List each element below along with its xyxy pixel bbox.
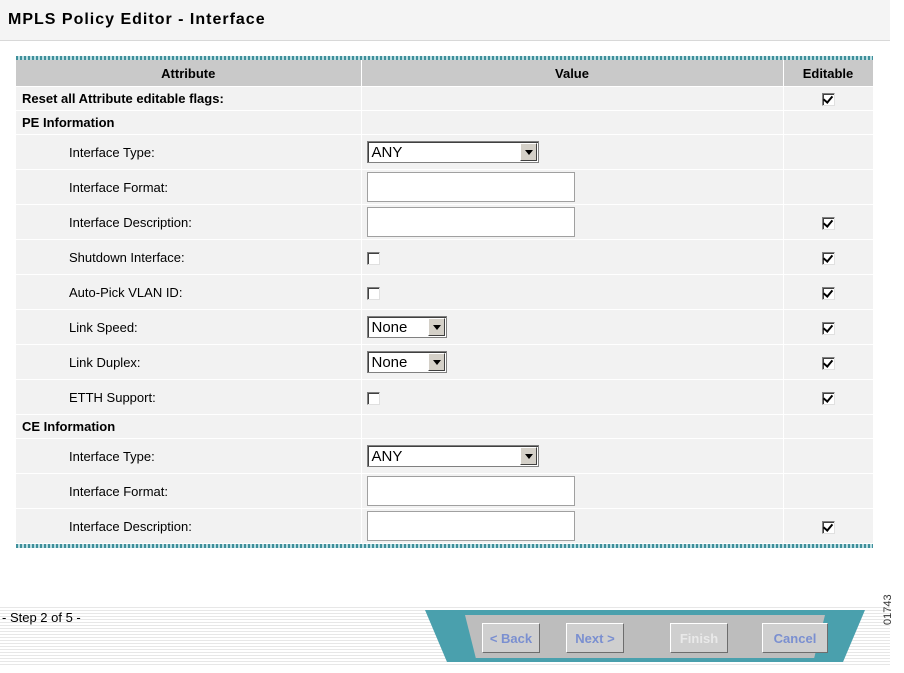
ce-editable-cell <box>783 473 874 509</box>
pe-value-cell: None <box>361 344 784 380</box>
pe-dropdown[interactable]: None <box>366 351 447 373</box>
dropdown-selected-value: ANY <box>371 143 403 161</box>
reset-editable-checkbox[interactable] <box>821 93 835 107</box>
pe-editable-cell <box>783 204 874 240</box>
nav-button-panel: < Back Next > Finish Cancel <box>425 610 865 665</box>
pe-attribute-label: Interface Type: <box>16 134 362 170</box>
pe-value-cell <box>361 169 784 205</box>
ce-editable-cell <box>783 508 874 544</box>
finish-button: Finish <box>670 623 728 653</box>
section-row-pe: PE Information <box>16 110 874 135</box>
pe-dropdown[interactable]: ANY <box>366 141 539 163</box>
reset-editable-cell <box>783 86 874 111</box>
pe-value-cell <box>361 239 784 275</box>
header-value: Value <box>361 60 784 87</box>
pe-editable-cell <box>783 239 874 275</box>
chevron-down-icon[interactable] <box>519 447 537 465</box>
pe-row: Link Duplex: None <box>16 344 874 380</box>
pe-row: Interface Type: ANY <box>16 134 874 170</box>
pe-text-field[interactable] <box>366 172 575 202</box>
pe-value-cell: ANY <box>361 134 784 170</box>
ce-editable-checkbox[interactable] <box>821 520 835 534</box>
ce-row: Interface Description: <box>16 508 874 544</box>
pe-editable-checkbox[interactable] <box>821 391 835 405</box>
pe-attribute-label: Link Duplex: <box>16 344 362 380</box>
pe-editable-checkbox[interactable] <box>821 216 835 230</box>
pe-editable-cell <box>783 169 874 205</box>
pe-value-checkbox[interactable] <box>366 286 380 300</box>
pe-attribute-label: Shutdown Interface: <box>16 239 362 275</box>
header-editable: Editable <box>783 60 874 87</box>
attribute-table: Attribute Value Editable Reset all Attri… <box>16 60 874 544</box>
ce-rows: Interface Type: ANY Interface Format: Inter… <box>16 438 874 544</box>
ce-dropdown[interactable]: ANY <box>366 445 539 467</box>
pe-editable-checkbox[interactable] <box>821 321 835 335</box>
pe-editable-cell <box>783 379 874 415</box>
ce-editable-cell <box>783 438 874 474</box>
reset-row: Reset all Attribute editable flags: <box>16 86 874 111</box>
pe-row: Interface Description: <box>16 204 874 240</box>
pe-row: Interface Format: <box>16 169 874 205</box>
pe-value-checkbox[interactable] <box>366 251 380 265</box>
pe-row: ETTH Support: <box>16 379 874 415</box>
ce-value-cell: ANY <box>361 438 784 474</box>
page-title: MPLS Policy Editor - Interface <box>8 11 266 28</box>
ce-value-cell <box>361 473 784 509</box>
pe-value-cell <box>361 204 784 240</box>
pe-editable-checkbox[interactable] <box>821 251 835 265</box>
pe-value-cell <box>361 274 784 310</box>
pe-attribute-label: Interface Format: <box>16 169 362 205</box>
chevron-down-icon[interactable] <box>427 353 445 371</box>
pe-editable-cell <box>783 309 874 345</box>
reset-label: Reset all Attribute editable flags: <box>16 86 362 111</box>
pe-value-cell <box>361 379 784 415</box>
attribute-table-container: Attribute Value Editable Reset all Attri… <box>16 56 874 548</box>
table-bottom-divider <box>16 544 873 548</box>
figure-code: 01743 <box>882 594 894 625</box>
pe-row: Link Speed: None <box>16 309 874 345</box>
dropdown-selected-value: None <box>371 318 408 336</box>
ce-attribute-label: Interface Description: <box>16 508 362 544</box>
table-header-row: Attribute Value Editable <box>16 60 874 87</box>
ce-text-field[interactable] <box>366 476 575 506</box>
pe-editable-cell <box>783 134 874 170</box>
header-attribute: Attribute <box>16 60 362 87</box>
pe-row: Auto-Pick VLAN ID: <box>16 274 874 310</box>
section-title-pe: PE Information <box>16 110 362 135</box>
ce-attribute-label: Interface Format: <box>16 473 362 509</box>
ce-attribute-label: Interface Type: <box>16 438 362 474</box>
pe-value-cell: None <box>361 309 784 345</box>
chevron-down-icon[interactable] <box>427 318 445 336</box>
pe-text-field[interactable] <box>366 207 575 237</box>
section-title-ce: CE Information <box>16 414 362 439</box>
ce-value-cell <box>361 508 784 544</box>
wizard-footer: - Step 2 of 5 - < Back Next > Finish Can… <box>0 607 890 667</box>
pe-rows: Interface Type: ANY Interface Format: Inter… <box>16 134 874 415</box>
pe-value-checkbox[interactable] <box>366 391 380 405</box>
ce-row: Interface Format: <box>16 473 874 509</box>
pe-editable-cell <box>783 344 874 380</box>
section-row-ce: CE Information <box>16 414 874 439</box>
chevron-down-icon[interactable] <box>519 143 537 161</box>
pe-attribute-label: ETTH Support: <box>16 379 362 415</box>
pe-attribute-label: Interface Description: <box>16 204 362 240</box>
ce-text-field[interactable] <box>366 511 575 541</box>
reset-value-cell <box>361 86 784 111</box>
pe-row: Shutdown Interface: <box>16 239 874 275</box>
pe-editable-checkbox[interactable] <box>821 356 835 370</box>
dropdown-selected-value: None <box>371 353 408 371</box>
step-indicator: - Step 2 of 5 - <box>2 610 81 625</box>
title-bar: MPLS Policy Editor - Interface <box>0 0 890 41</box>
pe-editable-checkbox[interactable] <box>821 286 835 300</box>
pe-attribute-label: Auto-Pick VLAN ID: <box>16 274 362 310</box>
pe-editable-cell <box>783 274 874 310</box>
ce-row: Interface Type: ANY <box>16 438 874 474</box>
dropdown-selected-value: ANY <box>371 447 403 465</box>
cancel-button[interactable]: Cancel <box>762 623 828 653</box>
pe-attribute-label: Link Speed: <box>16 309 362 345</box>
pe-dropdown[interactable]: None <box>366 316 447 338</box>
next-button[interactable]: Next > <box>566 623 624 653</box>
back-button[interactable]: < Back <box>482 623 540 653</box>
